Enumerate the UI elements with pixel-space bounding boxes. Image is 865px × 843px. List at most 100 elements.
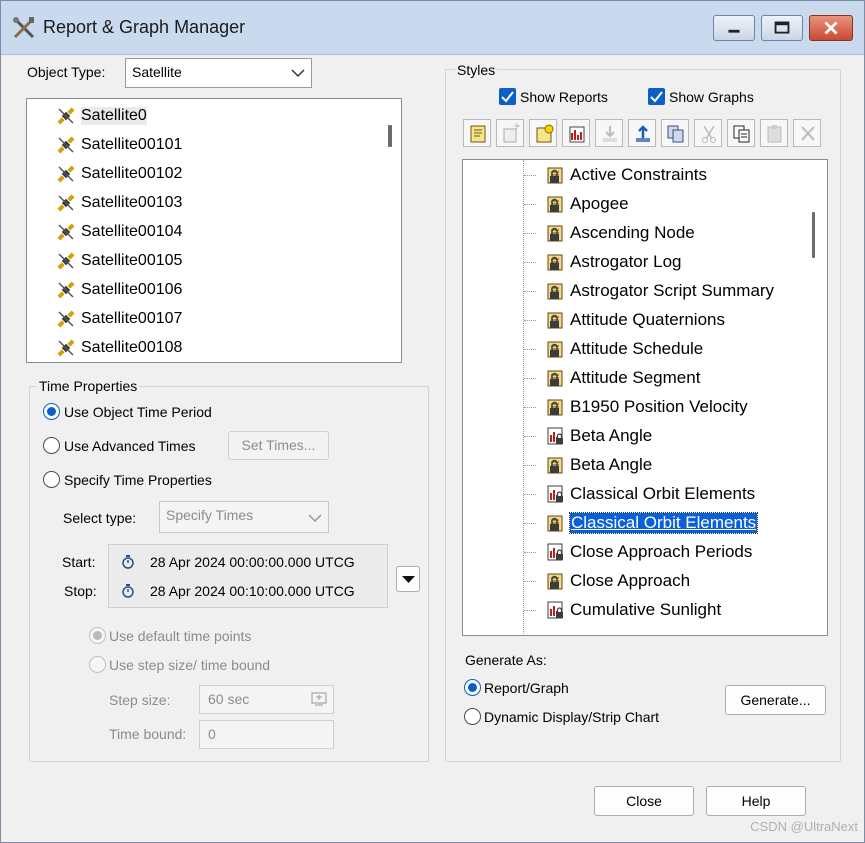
tree-connector — [524, 407, 536, 408]
time-bound-field[interactable]: 0 — [199, 720, 334, 749]
dynamic-display-radio[interactable] — [464, 708, 481, 725]
close-button[interactable]: Close — [594, 786, 694, 816]
object-list[interactable]: Satellite0 Satellite00101 Satellite00102 Sa… — [26, 98, 402, 363]
dynamic-display-label: Dynamic Display/Strip Chart — [484, 709, 660, 725]
satellite-list-item[interactable]: Satellite00106 — [55, 276, 182, 304]
duplicate-tool-button[interactable] — [661, 119, 689, 147]
use-object-time-period-radio[interactable] — [43, 403, 60, 420]
report-graph-radio[interactable] — [464, 679, 481, 696]
show-reports-label: Show Reports — [520, 89, 608, 105]
style-tree-item[interactable]: Ascending Node — [545, 219, 695, 247]
new-style-tool-button[interactable] — [496, 119, 524, 147]
new-report-tool-button[interactable] — [529, 119, 557, 147]
start-time-value[interactable]: 28 Apr 2024 00:00:00.000 UTCG — [150, 554, 355, 570]
set-times-button[interactable]: Set Times... — [228, 431, 329, 460]
style-tree-item[interactable]: Active Constraints — [545, 161, 707, 189]
satellite-list-item[interactable]: Satellite0 — [55, 102, 147, 130]
use-object-time-period-label: Use Object Time Period — [64, 404, 212, 420]
checkmark-icon — [650, 91, 663, 103]
report-style-icon — [547, 283, 563, 300]
style-name: Classical Orbit Elements — [570, 484, 756, 503]
report-graph-manager-window: Report & Graph Manager Object Type: Sate… — [0, 0, 865, 843]
style-name: Attitude Segment — [570, 368, 701, 387]
style-tree-item[interactable]: Attitude Schedule — [545, 335, 703, 363]
delete-tool-button[interactable] — [793, 119, 821, 147]
style-tree-item[interactable]: Beta Angle — [545, 451, 652, 479]
satellite-list-item[interactable]: Satellite00108 — [55, 334, 182, 362]
help-button[interactable]: Help — [706, 786, 806, 816]
style-tree-item[interactable]: Classical Orbit Elements — [545, 480, 755, 508]
style-tree-item[interactable]: Attitude Segment — [545, 364, 700, 392]
step-size-label: Step size: — [109, 692, 171, 708]
new-graph-tool-button[interactable] — [562, 119, 590, 147]
report-style-icon — [547, 573, 563, 590]
paste-icon — [767, 125, 782, 143]
maximize-button[interactable] — [761, 15, 803, 41]
show-reports-checkbox[interactable] — [499, 88, 516, 105]
chevron-down-icon — [291, 69, 305, 78]
new-style-icon — [503, 123, 520, 143]
tree-connector — [524, 175, 536, 176]
minimize-button[interactable] — [713, 15, 755, 41]
specify-time-properties-radio[interactable] — [43, 471, 60, 488]
use-advanced-times-radio[interactable] — [43, 437, 60, 454]
cut-icon — [702, 125, 716, 143]
satellite-list-item[interactable]: Satellite00105 — [55, 247, 182, 275]
satellite-list-item[interactable]: Satellite00101 — [55, 131, 182, 159]
import-icon — [603, 126, 617, 142]
export-tool-button[interactable] — [628, 119, 656, 147]
graph-style-icon — [547, 543, 563, 561]
style-name: Apogee — [570, 194, 629, 213]
style-tree-item[interactable]: Close Approach Periods — [545, 538, 752, 566]
copy-tool-button[interactable] — [727, 119, 755, 147]
paste-tool-button[interactable] — [760, 119, 788, 147]
satellite-icon — [57, 223, 75, 241]
styles-tree[interactable]: Active Constraints Apogee Ascending Node As… — [462, 159, 828, 636]
satellite-name: Satellite0 — [81, 107, 147, 125]
style-tree-item[interactable]: Beta Angle — [545, 422, 652, 450]
report-style-icon — [547, 515, 563, 532]
style-tree-item[interactable]: Cumulative Sunlight — [545, 596, 721, 624]
units-picker-icon[interactable] — [311, 692, 327, 707]
style-tree-item[interactable]: Apogee — [545, 190, 629, 218]
style-tree-item[interactable]: Close Approach — [545, 567, 690, 595]
stop-time-value[interactable]: 28 Apr 2024 00:10:00.000 UTCG — [150, 583, 355, 599]
style-tree-item[interactable]: Astrogator Script Summary — [545, 277, 774, 305]
step-size-field[interactable]: 60 sec — [199, 685, 334, 714]
use-default-time-points-label: Use default time points — [109, 628, 252, 644]
generate-button[interactable]: Generate... — [725, 685, 826, 715]
show-graphs-checkbox[interactable] — [648, 88, 665, 105]
select-type-dropdown[interactable]: Specify Times — [159, 501, 329, 533]
object-list-scrollbar[interactable] — [388, 125, 392, 147]
object-type-label: Object Type: — [27, 64, 106, 80]
style-tree-item[interactable]: B1950 Position Velocity — [545, 393, 748, 421]
satellite-list-item[interactable]: Satellite00102 — [55, 160, 182, 188]
satellite-list-item[interactable]: Satellite00107 — [55, 305, 182, 333]
tree-connector — [524, 494, 536, 495]
properties-tool-button[interactable] — [463, 119, 491, 147]
style-name: Astrogator Log — [570, 252, 682, 271]
object-type-dropdown[interactable]: Satellite — [125, 58, 312, 88]
import-tool-button[interactable] — [595, 119, 623, 147]
use-advanced-times-label: Use Advanced Times — [64, 438, 196, 454]
chevron-down-icon — [308, 514, 322, 523]
maximize-icon — [774, 21, 790, 34]
styles-tree-scrollbar[interactable] — [812, 212, 815, 258]
style-tree-item[interactable]: Astrogator Log — [545, 248, 682, 276]
style-tree-item[interactable]: Classical Orbit Elements — [545, 509, 759, 537]
satellite-name: Satellite00103 — [81, 194, 183, 211]
style-tree-item[interactable]: Attitude Quaternions — [545, 306, 725, 334]
satellite-list-item[interactable]: Satellite00103 — [55, 189, 182, 217]
time-options-button[interactable] — [396, 566, 420, 592]
satellite-icon — [57, 107, 75, 125]
use-step-size-radio[interactable] — [89, 656, 106, 673]
title-bar[interactable]: Report & Graph Manager — [1, 1, 864, 55]
graph-style-icon — [547, 485, 563, 503]
cut-tool-button[interactable] — [694, 119, 722, 147]
satellite-list-item[interactable]: Satellite00104 — [55, 218, 182, 246]
style-name: Ascending Node — [570, 223, 695, 242]
use-default-time-points-radio[interactable] — [89, 627, 106, 644]
tree-connector — [524, 291, 536, 292]
report-style-icon — [547, 457, 563, 474]
close-window-button[interactable] — [809, 15, 853, 41]
